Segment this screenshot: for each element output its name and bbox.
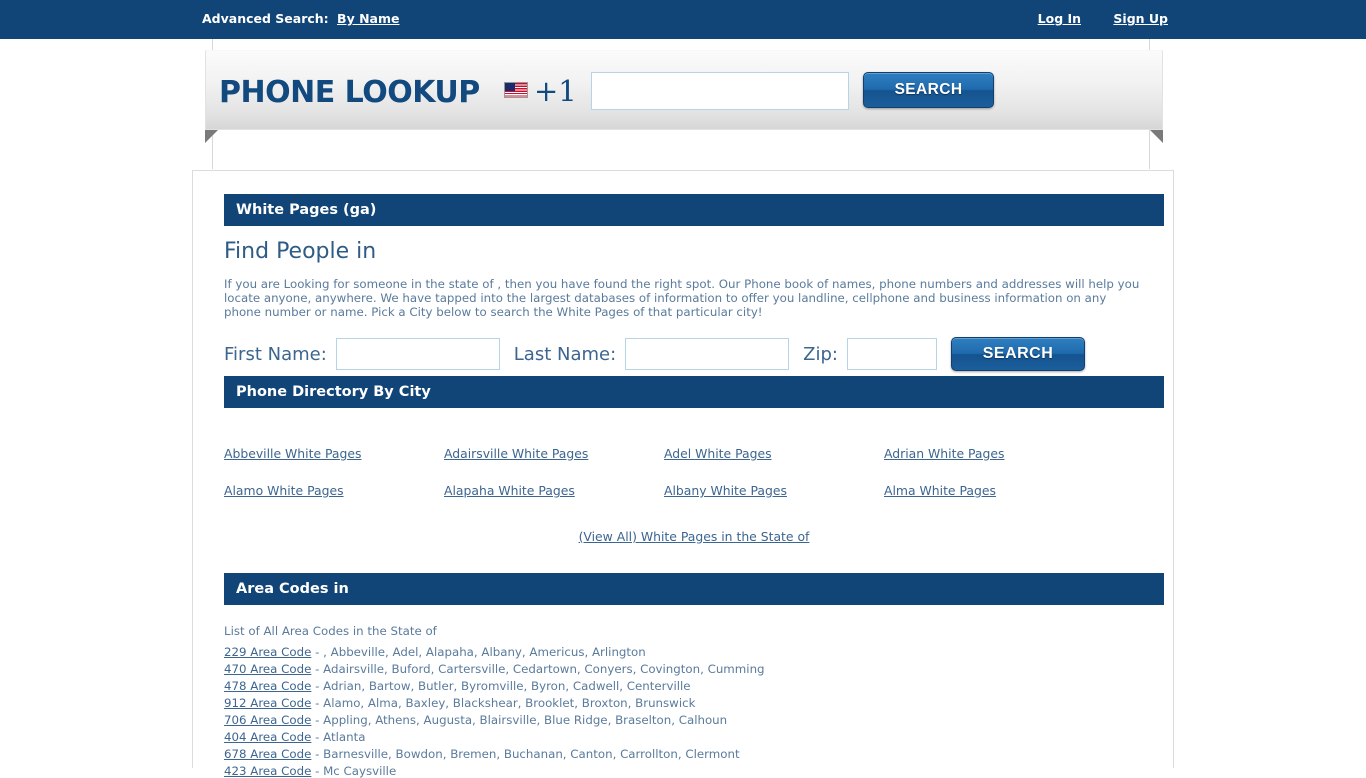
area-code-link[interactable]: 423 Area Code	[224, 764, 311, 778]
area-code-row: 706 Area Code - Appling, Athens, Augusta…	[224, 714, 1164, 726]
signup-link[interactable]: Sign Up	[1113, 11, 1168, 26]
area-code-cities: - Mc Caysville	[315, 764, 397, 778]
area-codes-list: 229 Area Code - , Abbeville, Adel, Alapa…	[224, 646, 1164, 777]
city-link[interactable]: Adel White Pages	[664, 446, 884, 461]
area-code-row: 404 Area Code - Atlanta	[224, 731, 1164, 743]
city-link[interactable]: Alamo White Pages	[224, 483, 444, 498]
phone-search-button[interactable]: SEARCH	[863, 72, 994, 108]
phone-lookup-ribbon: PHONE LOOKUP +1 SEARCH	[205, 50, 1163, 130]
area-code-link[interactable]: 478 Area Code	[224, 679, 311, 693]
area-code-row: 478 Area Code - Adrian, Bartow, Butler, …	[224, 680, 1164, 692]
view-all-container: (View All) White Pages in the State of	[224, 526, 1164, 545]
city-link[interactable]: Alma White Pages	[884, 483, 1104, 498]
ribbon-fold-left	[205, 130, 218, 143]
login-link[interactable]: Log In	[1038, 11, 1081, 26]
area-code-link[interactable]: 404 Area Code	[224, 730, 311, 744]
account-links-group: Log In Sign Up	[1010, 11, 1168, 26]
area-code-cities: - Alamo, Alma, Baxley, Blackshear, Brook…	[315, 696, 696, 710]
area-code-link[interactable]: 678 Area Code	[224, 747, 311, 761]
advanced-search-by-name-link[interactable]: By Name	[337, 11, 399, 26]
area-code-link[interactable]: 912 Area Code	[224, 696, 311, 710]
area-code-row: 912 Area Code - Alamo, Alma, Baxley, Bla…	[224, 697, 1164, 709]
last-name-input[interactable]	[625, 338, 790, 370]
city-link[interactable]: Adairsville White Pages	[444, 446, 664, 461]
first-name-input[interactable]	[335, 338, 500, 370]
main-content-panel: White Pages (ga) Find People in If you a…	[192, 170, 1174, 777]
phone-number-input[interactable]	[591, 72, 849, 110]
people-search-button[interactable]: SEARCH	[951, 337, 1085, 371]
area-code-link[interactable]: 706 Area Code	[224, 713, 311, 727]
area-code-row: 229 Area Code - , Abbeville, Adel, Alapa…	[224, 646, 1164, 658]
people-search-form: First Name: Last Name: Zip: SEARCH	[224, 332, 1164, 376]
city-link[interactable]: Albany White Pages	[664, 483, 884, 498]
country-code-label: +1	[534, 74, 577, 108]
area-codes-lead-text: List of All Area Codes in the State of	[224, 624, 437, 638]
phone-lookup-title: PHONE LOOKUP	[219, 75, 480, 110]
last-name-label: Last Name:	[513, 343, 617, 365]
area-code-cities: - , Abbeville, Adel, Alapaha, Albany, Am…	[315, 645, 646, 659]
advanced-search-group: Advanced Search: By Name	[202, 11, 399, 26]
first-name-label: First Name:	[224, 343, 327, 365]
area-codes-section: Area Codes in List of All Area Codes in …	[224, 573, 1164, 777]
area-code-row: 423 Area Code - Mc Caysville	[224, 765, 1164, 777]
city-link[interactable]: Abbeville White Pages	[224, 446, 444, 461]
city-link[interactable]: Alapaha White Pages	[444, 483, 664, 498]
area-code-row: 470 Area Code - Adairsville, Buford, Car…	[224, 663, 1164, 675]
area-code-cities: - Adrian, Bartow, Butler, Byromville, By…	[315, 679, 691, 693]
zip-label: Zip:	[803, 343, 838, 365]
ribbon-fold-right	[1150, 130, 1163, 143]
city-links-grid: Abbeville White Pages Adairsville White …	[224, 446, 1164, 498]
zip-input[interactable]	[847, 338, 937, 370]
page-title: Find People in	[224, 239, 377, 264]
area-code-cities: - Appling, Athens, Augusta, Blairsville,…	[315, 713, 728, 727]
phone-directory-section-header: Phone Directory By City	[224, 376, 1164, 408]
area-code-cities: - Adairsville, Buford, Cartersville, Ced…	[315, 662, 765, 676]
area-code-row: 678 Area Code - Barnesville, Bowdon, Bre…	[224, 748, 1164, 760]
us-flag-icon	[504, 82, 528, 98]
intro-paragraph: If you are Looking for someone in the st…	[224, 277, 1140, 319]
area-code-link[interactable]: 229 Area Code	[224, 645, 311, 659]
white-pages-section-header: White Pages (ga)	[224, 194, 1164, 226]
top-navigation-bar: Advanced Search: By Name Log In Sign Up	[0, 0, 1366, 39]
area-code-cities: - Atlanta	[315, 730, 366, 744]
phone-lookup-banner: PHONE LOOKUP +1 SEARCH	[205, 50, 1163, 143]
area-code-cities: - Barnesville, Bowdon, Bremen, Buchanan,…	[315, 747, 740, 761]
view-all-white-pages-link[interactable]: (View All) White Pages in the State of	[579, 529, 810, 544]
area-codes-section-header: Area Codes in	[224, 573, 1164, 605]
advanced-search-label: Advanced Search:	[202, 11, 329, 26]
area-code-link[interactable]: 470 Area Code	[224, 662, 311, 676]
city-link[interactable]: Adrian White Pages	[884, 446, 1104, 461]
